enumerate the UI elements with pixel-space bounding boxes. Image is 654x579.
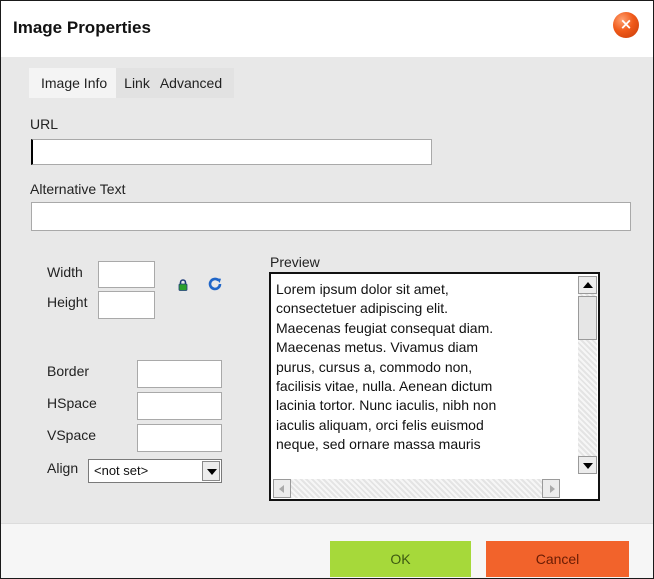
preview-line: iaculis aliquam, orci felis euismod [276, 416, 484, 433]
url-label: URL [30, 116, 59, 132]
preview-horizontal-scrollbar[interactable] [273, 479, 560, 498]
cancel-button[interactable]: Cancel [486, 541, 629, 577]
align-select[interactable]: <not set> [88, 459, 222, 483]
preview-line: consectetuer adipiscing elit. [276, 300, 448, 317]
close-button[interactable]: × [613, 12, 639, 38]
tab-image-info[interactable]: Image Info [29, 68, 117, 98]
chevron-down-icon[interactable] [202, 461, 220, 481]
ok-button[interactable]: OK [330, 541, 471, 577]
tab-link[interactable]: Link [116, 68, 156, 98]
hspace-label: HSpace [47, 395, 97, 411]
preview-label: Preview [270, 254, 320, 270]
preview-line: purus, cursus a, commodo non, [276, 358, 473, 375]
lock-icon[interactable] [178, 279, 188, 291]
image-properties-dialog: Image Properties × Image Info Link Advan… [0, 0, 654, 579]
url-input[interactable] [31, 139, 432, 165]
vspace-label: VSpace [47, 427, 97, 443]
border-label: Border [47, 363, 90, 379]
preview-line: Maecenas metus. Vivamus diam [276, 339, 479, 356]
preview-pane[interactable]: Lorem ipsum dolor sit amet, consectetuer… [269, 272, 600, 501]
preview-line: neque, sed ornare massa mauris [276, 436, 481, 453]
scroll-up-icon[interactable] [578, 276, 597, 294]
height-input[interactable] [98, 291, 155, 319]
preview-line: Maecenas feugiat consequat diam. [276, 319, 494, 336]
scroll-right-icon[interactable] [542, 479, 560, 498]
width-label: Width [47, 264, 83, 280]
alt-text-input[interactable] [31, 202, 631, 231]
scroll-down-icon[interactable] [578, 456, 597, 474]
height-label: Height [47, 294, 88, 310]
preview-line: facilisis vitae, nulla. Aenean dictum [276, 378, 493, 395]
preview-text: Lorem ipsum dolor sit amet, consectetuer… [276, 280, 572, 455]
tab-advanced[interactable]: Advanced [155, 68, 235, 98]
reset-size-icon[interactable] [207, 276, 223, 292]
border-input[interactable] [137, 360, 222, 388]
scroll-left-icon[interactable] [273, 479, 291, 498]
hspace-input[interactable] [137, 392, 222, 420]
tab-bar: Image Info Link Advanced [29, 68, 235, 98]
vspace-input[interactable] [137, 424, 222, 452]
dialog-title: Image Properties [13, 18, 151, 37]
align-label: Align [47, 460, 79, 476]
width-input[interactable] [98, 261, 155, 288]
preview-line: lacinia tortor. Nunc iaculis, nibh non [276, 397, 497, 414]
scroll-thumb[interactable] [578, 296, 597, 340]
close-icon: × [619, 15, 633, 33]
preview-line: Lorem ipsum dolor sit amet, [276, 281, 449, 297]
dialog-titlebar[interactable]: Image Properties × [1, 1, 653, 57]
alt-text-label: Alternative Text [30, 181, 126, 197]
preview-vertical-scrollbar[interactable] [578, 276, 597, 474]
dialog-footer: OK Cancel [1, 523, 653, 578]
align-selected-value: <not set> [94, 463, 149, 478]
